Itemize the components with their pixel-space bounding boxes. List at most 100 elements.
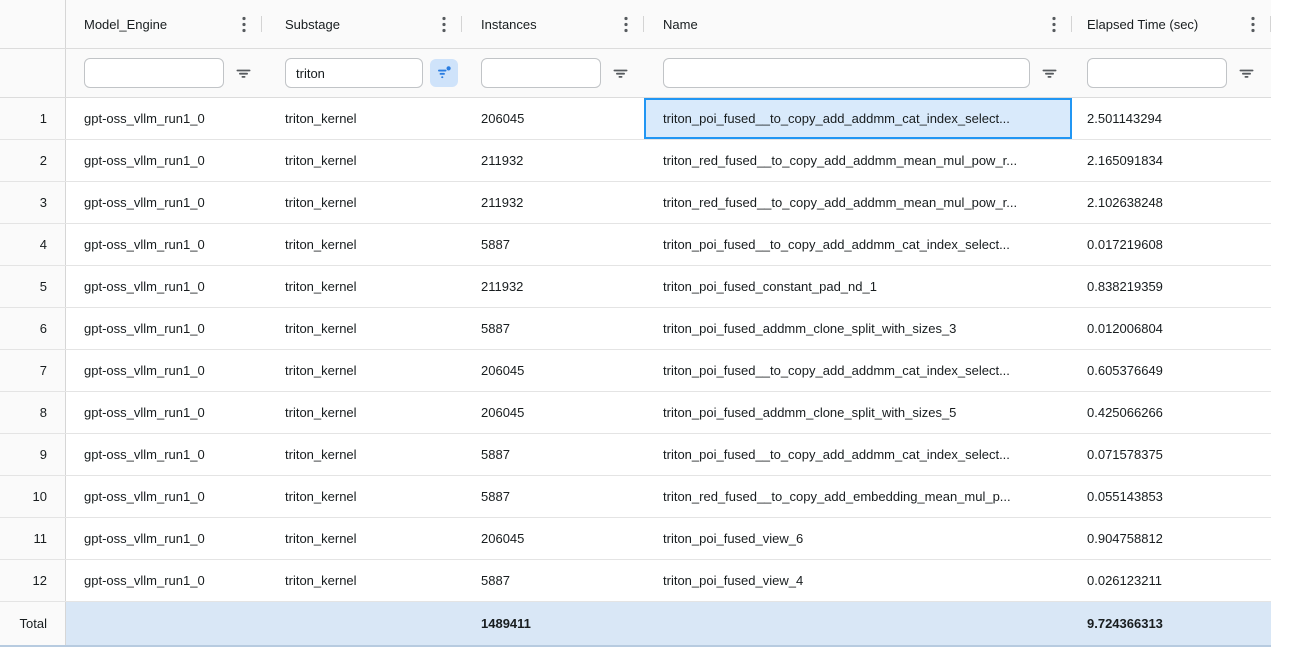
cell-elapsed[interactable]: 2.165091834 — [1072, 140, 1271, 181]
cell-elapsed[interactable]: 0.425066266 — [1072, 392, 1271, 433]
cell-instances[interactable]: 211932 — [462, 182, 644, 223]
filter-funnel-icon[interactable] — [1238, 65, 1255, 82]
kebab-menu-icon[interactable] — [1251, 16, 1255, 33]
cell-elapsed[interactable]: 0.904758812 — [1072, 518, 1271, 559]
cell-name-selected[interactable]: triton_poi_fused__to_copy_add_addmm_cat_… — [644, 98, 1072, 139]
cell-elapsed[interactable]: 2.501143294 — [1072, 98, 1271, 139]
cell-name[interactable]: triton_poi_fused_addmm_clone_split_with_… — [644, 392, 1072, 433]
filter-active-icon[interactable] — [430, 59, 458, 87]
column-header-instances[interactable]: Instances — [462, 0, 644, 48]
cell-name[interactable]: triton_poi_fused__to_copy_add_addmm_cat_… — [644, 434, 1072, 475]
cell-model-engine[interactable]: gpt-oss_vllm_run1_0 — [66, 266, 262, 307]
filter-input[interactable] — [84, 58, 224, 88]
cell-model-engine[interactable]: gpt-oss_vllm_run1_0 — [66, 308, 262, 349]
row-number: 3 — [0, 182, 66, 223]
table-row[interactable]: 8 gpt-oss_vllm_run1_0 triton_kernel 2060… — [0, 392, 1271, 434]
cell-model-engine[interactable]: gpt-oss_vllm_run1_0 — [66, 476, 262, 517]
table-row[interactable]: 4 gpt-oss_vllm_run1_0 triton_kernel 5887… — [0, 224, 1271, 266]
kebab-menu-icon[interactable] — [624, 16, 628, 33]
cell-substage[interactable]: triton_kernel — [262, 308, 462, 349]
cell-elapsed[interactable]: 2.102638248 — [1072, 182, 1271, 223]
filter-funnel-icon[interactable] — [612, 65, 629, 82]
cell-model-engine[interactable]: gpt-oss_vllm_run1_0 — [66, 434, 262, 475]
filter-input[interactable] — [1087, 58, 1227, 88]
cell-name[interactable]: triton_poi_fused_addmm_clone_split_with_… — [644, 308, 1072, 349]
cell-substage[interactable]: triton_kernel — [262, 476, 462, 517]
cell-substage[interactable]: triton_kernel — [262, 560, 462, 601]
cell-substage[interactable]: triton_kernel — [262, 350, 462, 391]
kebab-menu-icon[interactable] — [1052, 16, 1056, 33]
kebab-menu-icon[interactable] — [242, 16, 246, 33]
filter-input[interactable] — [481, 58, 601, 88]
cell-model-engine[interactable]: gpt-oss_vllm_run1_0 — [66, 140, 262, 181]
cell-name[interactable]: triton_red_fused__to_copy_add_addmm_mean… — [644, 140, 1072, 181]
cell-name[interactable]: triton_poi_fused_view_4 — [644, 560, 1072, 601]
total-elapsed-value: 9.724366313 — [1087, 616, 1163, 631]
cell-elapsed[interactable]: 0.017219608 — [1072, 224, 1271, 265]
cell-model-engine[interactable]: gpt-oss_vllm_run1_0 — [66, 560, 262, 601]
table-row[interactable]: 3 gpt-oss_vllm_run1_0 triton_kernel 2119… — [0, 182, 1271, 224]
column-header-model_engine[interactable]: Model_Engine — [66, 0, 262, 48]
cell-elapsed[interactable]: 0.012006804 — [1072, 308, 1271, 349]
cell-instances[interactable]: 206045 — [462, 392, 644, 433]
cell-elapsed[interactable]: 0.055143853 — [1072, 476, 1271, 517]
cell-instances[interactable]: 5887 — [462, 224, 644, 265]
column-header-name[interactable]: Name — [644, 0, 1072, 48]
cell-model-engine[interactable]: gpt-oss_vllm_run1_0 — [66, 182, 262, 223]
cell-model-engine[interactable]: gpt-oss_vllm_run1_0 — [66, 392, 262, 433]
table-row[interactable]: 9 gpt-oss_vllm_run1_0 triton_kernel 5887… — [0, 434, 1271, 476]
cell-instances[interactable]: 5887 — [462, 308, 644, 349]
cell-name[interactable]: triton_poi_fused__to_copy_add_addmm_cat_… — [644, 224, 1072, 265]
cell-substage[interactable]: triton_kernel — [262, 266, 462, 307]
filter-funnel-icon[interactable] — [1041, 65, 1058, 82]
table-row[interactable]: 11 gpt-oss_vllm_run1_0 triton_kernel 206… — [0, 518, 1271, 560]
column-header-substage[interactable]: Substage — [262, 0, 462, 48]
filter-funnel-icon[interactable] — [235, 65, 252, 82]
table-row[interactable]: 7 gpt-oss_vllm_run1_0 triton_kernel 2060… — [0, 350, 1271, 392]
cell-instances[interactable]: 5887 — [462, 434, 644, 475]
column-header-elapsed[interactable]: Elapsed Time (sec) — [1072, 0, 1271, 48]
row-number: 7 — [0, 350, 66, 391]
cell-instances[interactable]: 211932 — [462, 140, 644, 181]
cell-elapsed[interactable]: 0.026123211 — [1072, 560, 1271, 601]
cell-instances[interactable]: 206045 — [462, 518, 644, 559]
cell-elapsed[interactable]: 0.838219359 — [1072, 266, 1271, 307]
cell-model-engine[interactable]: gpt-oss_vllm_run1_0 — [66, 98, 262, 139]
table-row[interactable]: 2 gpt-oss_vllm_run1_0 triton_kernel 2119… — [0, 140, 1271, 182]
cell-name[interactable]: triton_poi_fused_view_6 — [644, 518, 1072, 559]
cell-instances[interactable]: 5887 — [462, 560, 644, 601]
cell-name[interactable]: triton_red_fused__to_copy_add_addmm_mean… — [644, 182, 1072, 223]
cell-elapsed[interactable]: 0.071578375 — [1072, 434, 1271, 475]
cell-instances[interactable]: 211932 — [462, 266, 644, 307]
cell-name[interactable]: triton_poi_fused_constant_pad_nd_1 — [644, 266, 1072, 307]
cell-substage[interactable]: triton_kernel — [262, 98, 462, 139]
column-header-label: Model_Engine — [84, 17, 167, 32]
cell-substage[interactable]: triton_kernel — [262, 518, 462, 559]
column-header-label: Substage — [285, 17, 340, 32]
kebab-menu-icon[interactable] — [442, 16, 446, 33]
cell-instances[interactable]: 5887 — [462, 476, 644, 517]
cell-substage[interactable]: triton_kernel — [262, 434, 462, 475]
filter-input[interactable] — [663, 58, 1030, 88]
cell-substage[interactable]: triton_kernel — [262, 140, 462, 181]
cell-model-engine[interactable]: gpt-oss_vllm_run1_0 — [66, 224, 262, 265]
cell-model-engine[interactable]: gpt-oss_vllm_run1_0 — [66, 350, 262, 391]
table-row[interactable]: 6 gpt-oss_vllm_run1_0 triton_kernel 5887… — [0, 308, 1271, 350]
cell-name[interactable]: triton_poi_fused__to_copy_add_addmm_cat_… — [644, 350, 1072, 391]
cell-instances[interactable]: 206045 — [462, 350, 644, 391]
cell-elapsed[interactable]: 0.605376649 — [1072, 350, 1271, 391]
table-row[interactable]: 12 gpt-oss_vllm_run1_0 triton_kernel 588… — [0, 560, 1271, 602]
filter-cell-substage — [262, 49, 462, 97]
cell-substage[interactable]: triton_kernel — [262, 392, 462, 433]
cell-name[interactable]: triton_red_fused__to_copy_add_embedding_… — [644, 476, 1072, 517]
filter-input[interactable] — [285, 58, 423, 88]
cell-substage[interactable]: triton_kernel — [262, 224, 462, 265]
total-row: Total 1489411 9.724366313 — [0, 602, 1271, 647]
table-row[interactable]: 10 gpt-oss_vllm_run1_0 triton_kernel 588… — [0, 476, 1271, 518]
rows-container: 1 gpt-oss_vllm_run1_0 triton_kernel 2060… — [0, 98, 1271, 602]
table-row[interactable]: 1 gpt-oss_vllm_run1_0 triton_kernel 2060… — [0, 98, 1271, 140]
table-row[interactable]: 5 gpt-oss_vllm_run1_0 triton_kernel 2119… — [0, 266, 1271, 308]
cell-instances[interactable]: 206045 — [462, 98, 644, 139]
cell-substage[interactable]: triton_kernel — [262, 182, 462, 223]
cell-model-engine[interactable]: gpt-oss_vllm_run1_0 — [66, 518, 262, 559]
